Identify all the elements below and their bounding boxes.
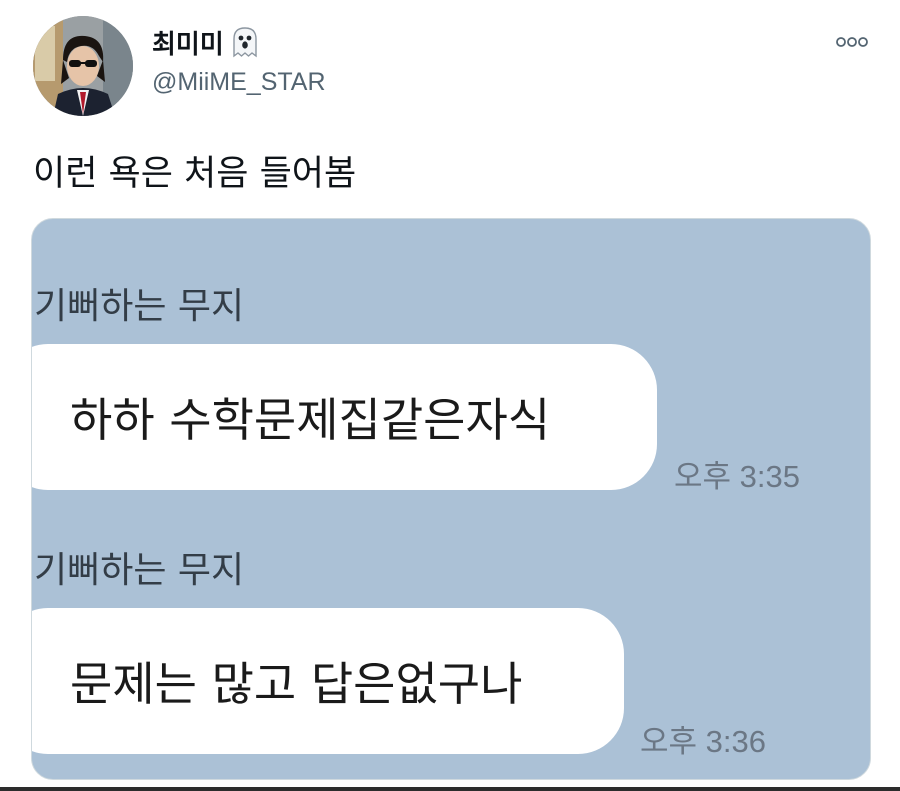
tweet: 최미미 @MiiME_STAR 이런 욕은 처음 들어봄 기뻐하는 무지 하하 …	[0, 0, 900, 791]
divider	[0, 787, 900, 791]
chat-sender-name: 기뻐하는 무지	[34, 286, 245, 327]
chat-message-text: 하하 수학문제집같은자식	[70, 393, 551, 447]
tweet-text: 이런 욕은 처음 들어봄	[33, 154, 357, 194]
ghost-emoji-icon	[230, 26, 260, 58]
display-name-text[interactable]: 최미미	[152, 24, 224, 61]
avatar[interactable]	[33, 16, 133, 116]
user-handle[interactable]: @MiiME_STAR	[152, 68, 326, 97]
chat-sender-name: 기뻐하는 무지	[34, 550, 245, 591]
avatar-image	[33, 16, 133, 116]
display-name[interactable]: 최미미	[152, 24, 260, 60]
chat-message-text: 문제는 많고 답은없구나	[70, 657, 523, 711]
chat-bubble: 문제는 많고 답은없구나	[32, 608, 624, 754]
chat-timestamp: 오후 3:36	[640, 724, 766, 759]
chat-bubble: 하하 수학문제집같은자식	[32, 344, 657, 490]
more-options-button[interactable]	[832, 30, 872, 54]
chat-timestamp: 오후 3:35	[674, 459, 800, 494]
more-options-icon	[836, 37, 868, 47]
tweet-media-image[interactable]: 기뻐하는 무지 하하 수학문제집같은자식 오후 3:35 기뻐하는 무지 문제는…	[31, 218, 871, 780]
